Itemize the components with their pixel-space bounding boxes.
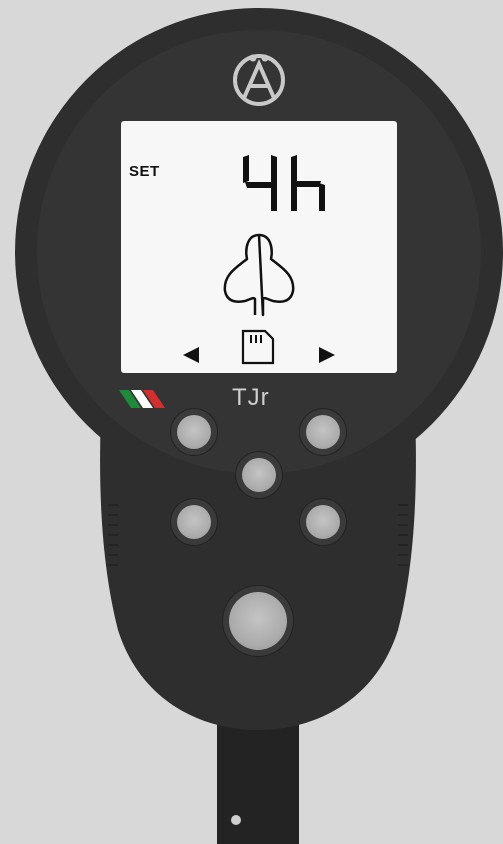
lcd-screen: SET 4h — [121, 121, 397, 373]
arrow-left-icon — [183, 347, 199, 363]
strap-hole — [231, 815, 241, 825]
center-button[interactable] — [242, 458, 276, 492]
brand-text: TJr — [232, 384, 270, 411]
seven-segment-value — [243, 155, 325, 211]
saddle-icon — [223, 233, 295, 317]
middle-right-button[interactable] — [306, 505, 340, 539]
middle-left-button[interactable] — [177, 505, 211, 539]
top-right-button[interactable] — [306, 415, 340, 449]
sd-card-icon — [241, 329, 275, 365]
main-button[interactable] — [229, 592, 287, 650]
arrow-right-icon — [319, 347, 335, 363]
top-left-button[interactable] — [177, 415, 211, 449]
value-display: 4h — [239, 153, 329, 213]
mode-label: SET — [129, 163, 160, 180]
device-view: SET 4h — [0, 0, 503, 844]
italian-flag-stripes — [119, 390, 165, 408]
